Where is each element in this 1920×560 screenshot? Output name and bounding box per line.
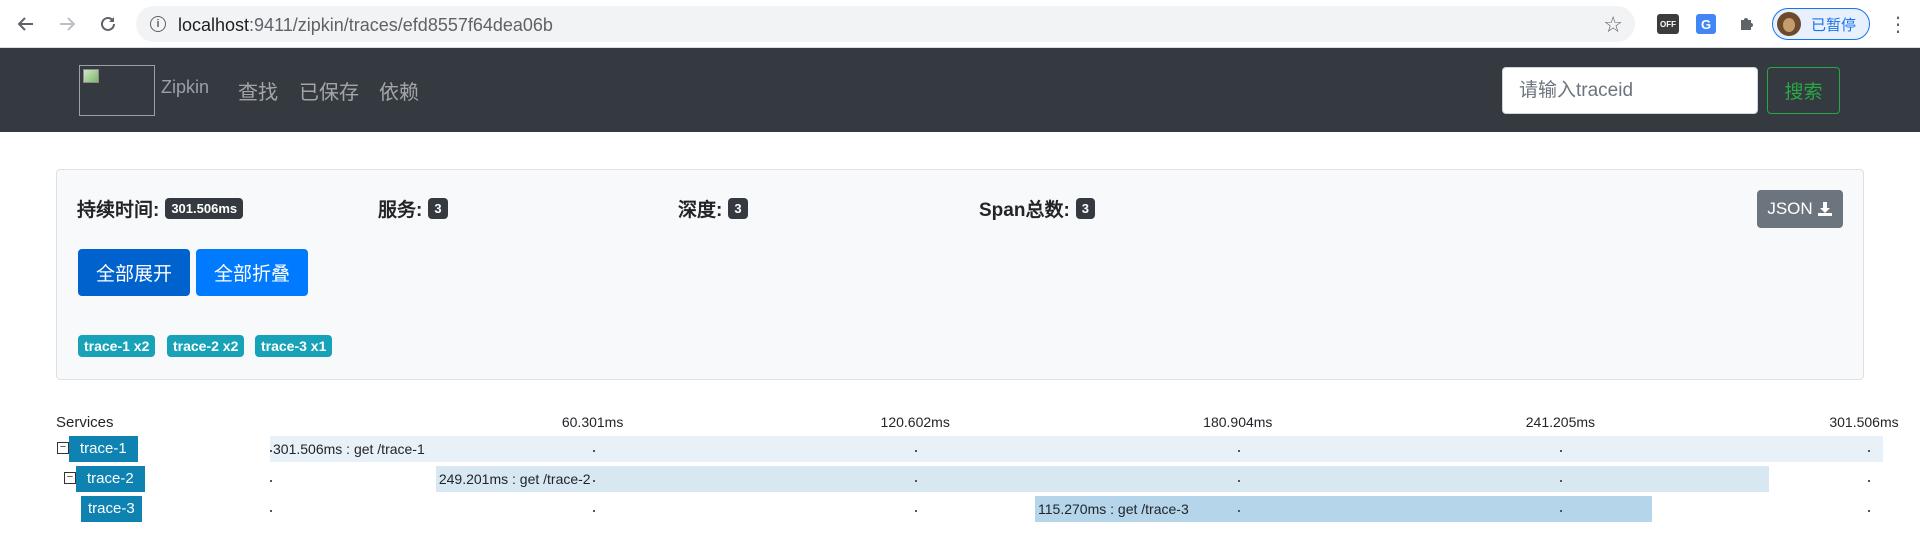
tick-dot <box>1237 480 1240 482</box>
duration-label: 持续时间: <box>77 200 160 221</box>
tick-dot <box>270 510 272 512</box>
app-navbar: Zipkin 查找 已保存 依赖 搜索 <box>0 48 1920 132</box>
span-bar-label: 301.506ms : get /trace-1 <box>273 441 425 457</box>
service-badge-trace-2[interactable]: trace-2 x2 <box>167 335 245 357</box>
json-download-button[interactable]: JSON <box>1757 190 1843 228</box>
profile-label: 已暂停 <box>1811 16 1857 34</box>
timeline-header: Services 60.301ms 120.602ms 180.904ms 24… <box>0 410 1920 432</box>
tick-dot <box>1237 450 1240 452</box>
duration-badge: 301.506ms <box>165 198 244 219</box>
span-row[interactable]: trace-3 115.270ms : get /trace-3 <box>0 496 1920 522</box>
span-total-label: Span总数: <box>979 200 1070 221</box>
nav-link-dependencies[interactable]: 依赖 <box>379 76 419 105</box>
brand-logo[interactable] <box>79 65 155 116</box>
span-service-name[interactable]: trace-2 <box>76 466 145 492</box>
tick-label: 241.205ms <box>1525 414 1596 430</box>
expand-all-button[interactable]: 全部展开 <box>78 249 190 296</box>
trace-summary-card: 持续时间: 301.506ms 服务: 3 深度: 3 Span总数: 3 JS… <box>56 169 1864 380</box>
reload-icon[interactable] <box>96 12 120 36</box>
tick-label: 120.602ms <box>880 414 950 430</box>
tick-label: 180.904ms <box>1203 414 1273 430</box>
services-stat: 服务: 3 <box>378 195 448 222</box>
collapse-all-button[interactable]: 全部折叠 <box>196 249 308 296</box>
span-total-badge: 3 <box>1075 198 1096 219</box>
span-service-name[interactable]: trace-1 <box>69 436 138 462</box>
span-bar[interactable] <box>270 436 1883 462</box>
off-extension-icon[interactable]: OFF <box>1657 14 1679 34</box>
depth-stat: 深度: 3 <box>678 195 748 222</box>
span-total-stat: Span总数: 3 <box>979 195 1096 222</box>
translate-extension-icon[interactable]: G <box>1696 14 1716 34</box>
collapse-toggle-icon[interactable]: − <box>57 442 69 454</box>
url-text[interactable]: localhost:9411/zipkin/traces/efd8557f64d… <box>178 15 553 36</box>
span-bar-label: 115.270ms : get /trace-3 <box>1038 501 1189 517</box>
service-badge-trace-3[interactable]: trace-3 x1 <box>255 335 333 357</box>
services-column-header: Services <box>56 414 114 431</box>
tick-dot <box>1868 510 1870 512</box>
download-icon <box>1817 201 1833 217</box>
tick-dot <box>592 510 595 512</box>
tick-dot <box>1560 450 1563 452</box>
service-badge-trace-1[interactable]: trace-1 x2 <box>78 335 156 357</box>
back-icon[interactable] <box>14 12 38 36</box>
puzzle-icon[interactable] <box>1735 12 1759 36</box>
span-bar-label: 249.201ms : get /trace-2 <box>438 471 591 487</box>
nav-link-saved[interactable]: 已保存 <box>299 76 359 105</box>
tick-dot <box>1560 510 1563 512</box>
menu-icon[interactable]: ⋮ <box>1888 12 1908 37</box>
services-label: 服务: <box>378 200 423 221</box>
avatar <box>1777 12 1801 36</box>
browser-toolbar: i localhost:9411/zipkin/traces/efd8557f6… <box>0 0 1920 48</box>
span-service-name[interactable]: trace-3 <box>81 496 142 522</box>
tick-dot <box>592 480 595 482</box>
tick-label: 60.301ms <box>561 414 624 430</box>
brand-name[interactable]: Zipkin <box>161 77 209 98</box>
span-row[interactable]: − trace-2 249.201ms : get /trace-2 <box>0 466 1920 492</box>
forward-icon[interactable] <box>55 12 79 36</box>
services-badge: 3 <box>428 198 448 219</box>
span-bar[interactable] <box>435 466 1770 492</box>
json-button-label: JSON <box>1767 199 1813 218</box>
tick-dot <box>915 480 918 482</box>
tick-dot <box>915 450 918 452</box>
tick-dot <box>915 510 918 512</box>
nav-link-find[interactable]: 查找 <box>238 76 278 105</box>
collapse-toggle-icon[interactable]: − <box>64 472 76 484</box>
tick-label: 301.506ms <box>1829 414 1899 430</box>
tick-dot <box>270 480 272 482</box>
duration-stat: 持续时间: 301.506ms <box>77 195 244 222</box>
depth-badge: 3 <box>728 198 748 219</box>
info-icon[interactable]: i <box>150 16 166 32</box>
tick-dot <box>270 450 272 452</box>
depth-label: 深度: <box>678 200 723 221</box>
star-icon[interactable]: ☆ <box>1603 12 1623 38</box>
span-row[interactable]: − trace-1 301.506ms : get /trace-1 <box>0 436 1920 462</box>
profile-button[interactable]: 已暂停 <box>1772 8 1870 40</box>
tick-dot <box>1237 510 1240 512</box>
search-button[interactable]: 搜索 <box>1767 67 1840 114</box>
address-bar[interactable]: i localhost:9411/zipkin/traces/efd8557f6… <box>136 6 1635 42</box>
tick-dot <box>1868 480 1870 482</box>
tick-dot <box>1560 480 1563 482</box>
traceid-search-input[interactable] <box>1502 67 1758 114</box>
tick-dot <box>592 450 595 452</box>
tick-dot <box>1868 450 1870 452</box>
